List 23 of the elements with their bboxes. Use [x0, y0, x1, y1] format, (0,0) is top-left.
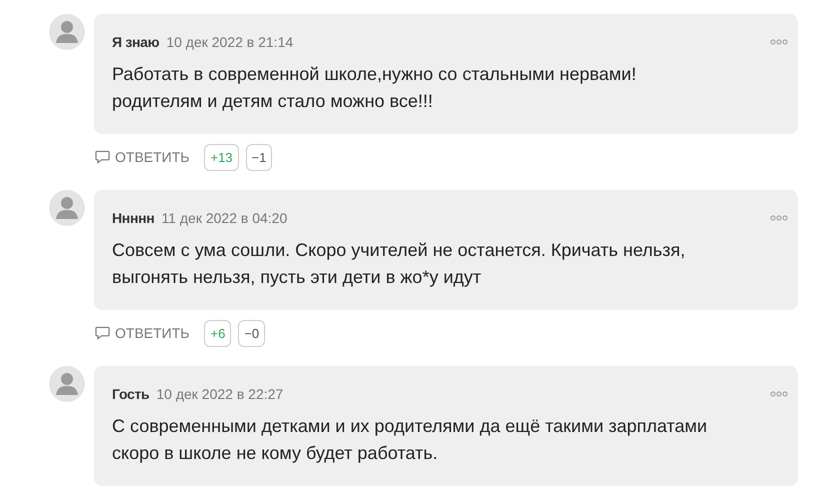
downvote-button[interactable]: −1 — [246, 144, 272, 170]
speech-bubble-icon — [95, 150, 110, 164]
avatar-icon — [49, 190, 85, 226]
more-icon[interactable] — [770, 391, 788, 397]
reply-button[interactable]: ОТВЕТИТЬ — [95, 149, 190, 165]
upvote-button[interactable]: +6 — [204, 320, 232, 346]
speech-bubble-icon — [95, 326, 110, 340]
author-name: Я знаю — [112, 34, 160, 50]
upvote-button[interactable]: +13 — [204, 144, 239, 170]
downvote-button[interactable]: −0 — [238, 320, 266, 346]
author-name: Гость — [112, 386, 150, 402]
comment-text: С современными детками и их родителями да ещё такими зарплатами скоро в школе не кому будет работать. — [112, 415, 708, 465]
avatar-icon — [49, 14, 85, 50]
comment-date: 11 дек 2022 в 04:20 — [161, 210, 288, 226]
reply-button[interactable]: ОТВЕТИТЬ — [95, 325, 190, 341]
comment-date: 10 дек 2022 в 22:27 — [156, 386, 284, 402]
more-icon[interactable] — [770, 39, 788, 45]
comment-text: Работать в современной школе,нужно со стальными нервами! родителям и детям стало можно все!!! — [112, 63, 638, 113]
author-name: Ннннн — [112, 210, 154, 226]
more-icon[interactable] — [770, 215, 788, 221]
avatar-icon — [49, 366, 85, 402]
comment-text: Совсем с ума сошли. Скоро учителей не останется. Кричать нельзя, выгонять нельзя, пусть эти дети в жо*у идут — [112, 239, 686, 289]
comment-date: 10 дек 2022 в 21:14 — [166, 34, 294, 50]
